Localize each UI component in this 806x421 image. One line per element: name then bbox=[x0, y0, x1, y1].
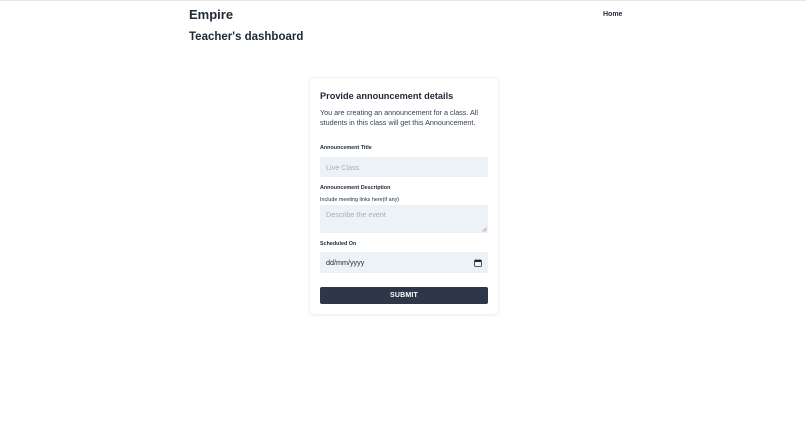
announcement-title-input[interactable] bbox=[320, 157, 488, 177]
form-title: Provide announcement details bbox=[320, 91, 454, 101]
scheduled-on-label: Scheduled On bbox=[320, 241, 357, 247]
top-border bbox=[0, 0, 806, 1]
page-title: Teacher's dashboard bbox=[189, 31, 304, 43]
brand-logo-text[interactable]: Empire bbox=[189, 7, 233, 23]
announcement-description-label: Announcement Description bbox=[320, 185, 391, 191]
date-placeholder: dd/mm/yyyy bbox=[326, 258, 365, 267]
announcement-form-card: Provide announcement details You are cre… bbox=[310, 78, 498, 314]
form-description: You are creating an announcement for a c… bbox=[320, 108, 478, 127]
submit-button[interactable]: SUBMIT bbox=[320, 287, 488, 304]
announcement-title-label: Announcement Title bbox=[320, 145, 372, 151]
announcement-description-textarea[interactable] bbox=[320, 205, 488, 233]
announcement-description-hint: Include meeting links here(if any) bbox=[320, 197, 400, 203]
calendar-icon[interactable] bbox=[474, 258, 482, 267]
nav-home-link[interactable]: Home bbox=[603, 10, 622, 20]
scheduled-on-date-input[interactable]: dd/mm/yyyy bbox=[320, 252, 488, 273]
